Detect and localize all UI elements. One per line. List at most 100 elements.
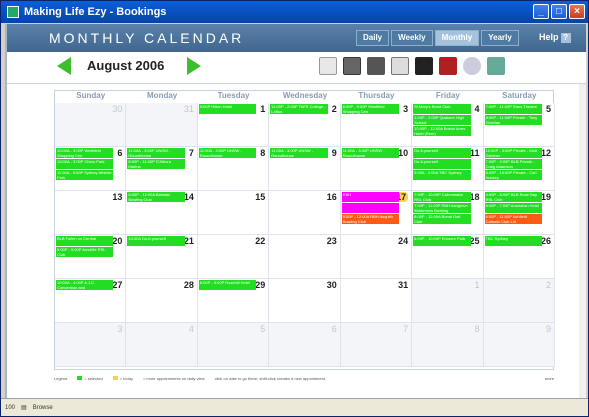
appointment[interactable]: 11:00P - 2:00P TAFE College - Loftus: [270, 104, 328, 114]
day-cell[interactable]: 4: [126, 323, 198, 367]
day-number[interactable]: 31: [184, 104, 194, 114]
day-number[interactable]: 24: [398, 236, 408, 246]
zoom-level[interactable]: 100: [5, 405, 15, 411]
appointment[interactable]: 9:00P Hilton Hotel: [198, 104, 257, 114]
day-cell[interactable]: 5: [197, 323, 270, 367]
day-cell[interactable]: 19 4:00P - 8:00P BLB Rose Bay RSL Club 5:0…: [483, 191, 555, 235]
day-cell[interactable]: 30: [269, 279, 341, 323]
day-number[interactable]: 6: [332, 324, 337, 334]
day-cell[interactable]: 15: [197, 191, 270, 235]
appointment[interactable]: Do-it-yourself: [413, 159, 471, 169]
layout-icon[interactable]: ▤: [21, 404, 27, 411]
day-cell[interactable]: 27 10:00A - 4:00P A.J.C. Convention and: [55, 279, 127, 323]
appointment[interactable]: 11:00A - 3:00P UNSW - Roundhouse: [270, 148, 328, 158]
day-cell[interactable]: 6 10:00A - 3:00P Westfield Shopping Cen 10…: [55, 147, 127, 191]
day-cell[interactable]: 30: [55, 103, 127, 147]
day-cell[interactable]: 2 11:00P - 2:00P TAFE College - Loftus: [269, 103, 341, 147]
appointment[interactable]: 10:00A - 3:00P Civics Park: [56, 159, 114, 169]
vertical-scrollbar[interactable]: [579, 84, 586, 400]
appointment[interactable]: RBH: [341, 192, 400, 202]
view-weekly-button[interactable]: Weekly: [391, 30, 433, 46]
more-link[interactable]: more: [545, 376, 554, 381]
appointment[interactable]: 12:00P - 5:00P Private - Matt Gardner: [484, 148, 542, 158]
appointment[interactable]: 9:00A - 2:00A TBC Sydney: [413, 170, 471, 180]
appointment[interactable]: BLB Fallen on Central: [56, 236, 114, 246]
day-number[interactable]: 8: [475, 324, 480, 334]
day-cell[interactable]: 3 6:00P - 9:00P Westfield Shopping Cen: [340, 103, 413, 147]
appointment[interactable]: Do-it-yourself: [413, 148, 471, 158]
day-cell[interactable]: 31: [126, 103, 198, 147]
day-cell[interactable]: 1 9:00P Hilton Hotel: [197, 103, 270, 147]
binoculars-red-icon[interactable]: [439, 57, 457, 75]
appointment[interactable]: 4:00P - 8:00P BLB Rose Bay RSL Club: [484, 192, 542, 202]
day-cell[interactable]: 7 11:00A - 3:00P UNSW - Roundhouse 8:00P -…: [126, 147, 198, 191]
day-cell[interactable]: 21 10:00A Do-it-yourself: [126, 235, 198, 279]
appointment[interactable]: 1:00P - 2:00P Quakers High School: [413, 115, 471, 125]
day-number[interactable]: 3: [117, 324, 122, 334]
day-cell-today[interactable]: 17 RBH 8:00P - 12:00A RBH Asquith Bowling …: [340, 191, 413, 235]
day-cell[interactable]: 8 11:00A - 3:00P UNSW - Roundhouse: [197, 147, 270, 191]
prev-month-arrow-icon[interactable]: [57, 57, 71, 75]
day-number[interactable]: 31: [398, 280, 408, 290]
day-cell[interactable]: 7: [340, 323, 413, 367]
day-cell[interactable]: 28: [126, 279, 198, 323]
appointment[interactable]: 8:00P - 12:00A Balmain Bowling Club: [127, 192, 185, 202]
day-cell[interactable]: 16: [269, 191, 341, 235]
view-yearly-button[interactable]: Yearly: [481, 30, 519, 46]
day-number[interactable]: 30: [112, 104, 122, 114]
day-cell[interactable]: 13: [55, 191, 127, 235]
day-cell[interactable]: 31: [340, 279, 413, 323]
appointment[interactable]: 7:00P - 11:00P Stars Theatre: [484, 104, 542, 114]
day-number[interactable]: 15: [255, 192, 265, 202]
appointment[interactable]: 7:00P - 10:00P Cabramatta RSL Club: [413, 192, 471, 202]
view-monthly-button[interactable]: Monthly: [434, 30, 480, 46]
day-number[interactable]: 13: [112, 192, 122, 202]
day-number[interactable]: 22: [255, 236, 265, 246]
close-button[interactable]: ×: [569, 4, 585, 19]
appointment[interactable]: 6:00P - 9:00P Rosehill Hotel: [198, 280, 257, 290]
appointment[interactable]: 7:00P - 11:00P RBH Ashgrove Workmens Bow…: [413, 203, 471, 213]
day-cell[interactable]: 26 TBC Sydney: [483, 235, 555, 279]
appointment[interactable]: 8:00P - 12:00A Bondi Golf Club: [413, 214, 471, 224]
appointment[interactable]: 6:00P - 11:00P Ashfield Catholic Club Lt…: [484, 214, 542, 224]
print-icon[interactable]: [343, 57, 361, 75]
view-daily-button[interactable]: Daily: [356, 30, 390, 46]
day-cell[interactable]: 6: [269, 323, 341, 367]
day-cell[interactable]: 23: [269, 235, 341, 279]
day-cell[interactable]: 2: [483, 279, 555, 323]
day-number[interactable]: 28: [184, 280, 194, 290]
day-number[interactable]: 23: [327, 236, 337, 246]
help-icon[interactable]: [391, 57, 409, 75]
appointment[interactable]: TBC Sydney: [484, 236, 542, 246]
appointment[interactable]: 11:00A - 3:00P UNSW - Roundhouse: [198, 148, 257, 158]
minimize-button[interactable]: _: [533, 4, 549, 19]
appointment[interactable]: 6:00P - 9:00P Westfield Shopping Cen: [341, 104, 400, 114]
appointment[interactable]: St Mary's Band Club: [413, 104, 471, 114]
appointment[interactable]: 11:00A - 3:00P UNSW - Roundhouse: [127, 148, 185, 158]
day-cell[interactable]: 9 11:00A - 3:00P UNSW - Roundhouse: [269, 147, 341, 191]
day-cell[interactable]: 11 Do-it-yourself Do-it-yourself 9:00A - 2:…: [412, 147, 484, 191]
day-number[interactable]: 2: [546, 280, 551, 290]
appointment[interactable]: 8:00P - 10:00P Private - Carl Hockey: [484, 170, 542, 180]
appointment[interactable]: 10:00A - 4:00P A.J.C. Convention and: [56, 280, 114, 290]
appointment[interactable]: 8:00P - 12:00A RBH Asquith Bowling Club: [341, 214, 400, 224]
day-cell[interactable]: 12 12:00P - 5:00P Private - Matt Gardner 7…: [483, 147, 555, 191]
save-icon[interactable]: [367, 57, 385, 75]
appointment[interactable]: 8:00P - 11:30P D'Albora Marina: [127, 159, 185, 169]
appointment[interactable]: 10:00A - 3:00P Westfield Shopping Cen: [56, 148, 114, 158]
appointment[interactable]: 11:00A - 5:00P Sydney Athletic Park: [56, 170, 114, 180]
day-number[interactable]: 5: [260, 324, 265, 334]
appointment[interactable]: 10:00A Do-it-yourself: [127, 236, 185, 246]
day-cell[interactable]: 1: [412, 279, 484, 323]
day-cell[interactable]: 9: [483, 323, 555, 367]
day-cell[interactable]: 25 6:00P - 10:00P Enmore Park: [412, 235, 484, 279]
appointment[interactable]: 5:00P - 9:00P Arncliffe RSL Club: [56, 247, 114, 257]
help-link[interactable]: Help?: [539, 32, 571, 43]
next-month-arrow-icon[interactable]: [187, 57, 201, 75]
day-cell[interactable]: 8: [412, 323, 484, 367]
binoculars-icon[interactable]: [415, 57, 433, 75]
day-cell[interactable]: 20 BLB Fallen on Central 5:00P - 9:00P Arn…: [55, 235, 127, 279]
day-cell[interactable]: 29 6:00P - 9:00P Rosehill Hotel: [197, 279, 270, 323]
appointment[interactable]: 11:00A - 3:00P UNSW - Roundhouse: [341, 148, 400, 158]
day-cell[interactable]: 18 7:00P - 10:00P Cabramatta RSL Club 7:00…: [412, 191, 484, 235]
